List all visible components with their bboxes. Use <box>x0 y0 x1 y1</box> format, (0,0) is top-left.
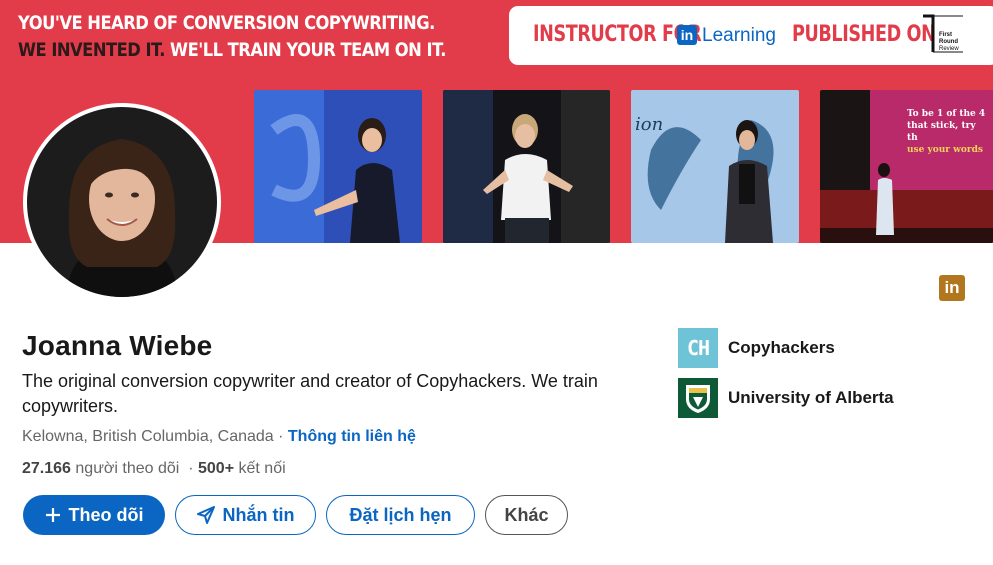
book-appointment-button[interactable]: Đặt lịch hẹn <box>326 495 475 535</box>
followers-label: người theo dõi <box>75 460 180 477</box>
first-round-review-logo: First Round Review <box>921 12 965 56</box>
profile-name: Joanna Wiebe <box>22 330 213 361</box>
profile-headline: The original conversion copywriter and c… <box>22 371 598 416</box>
svg-text:ion: ion <box>635 114 663 135</box>
connections-label[interactable]: kết nối <box>239 460 286 477</box>
contact-info-link[interactable]: Thông tin liên hệ <box>288 428 416 445</box>
follow-button[interactable]: Theo dõi <box>23 495 165 535</box>
published-label: PUBLISHED ON <box>792 22 936 47</box>
org-copyhackers[interactable]: CH Copyhackers <box>678 328 835 368</box>
followers-count: 27.166 <box>22 460 71 477</box>
university-crest-icon <box>678 378 718 418</box>
profile-location: Kelowna, British Columbia, Canada · Thôn… <box>22 428 416 445</box>
banner-photo-1 <box>254 90 422 243</box>
copyhackers-logo: CH <box>678 328 718 368</box>
connections-count[interactable]: 500+ <box>198 460 234 477</box>
slide-text: To be 1 of the 4 that stick, try th use … <box>907 109 986 155</box>
tagline-line-1: YOU'VE HEARD OF CONVERSION COPYWRITING. <box>18 12 435 34</box>
message-button[interactable]: Nhắn tin <box>175 495 316 535</box>
banner-photo-4: To be 1 of the 4 that stick, try th use … <box>820 90 993 243</box>
org-name: University of Alberta <box>728 388 894 407</box>
send-icon <box>196 506 215 524</box>
more-button[interactable]: Khác <box>485 495 568 535</box>
org-name: Copyhackers <box>728 338 835 357</box>
linkedin-learning-icon: in <box>677 25 697 45</box>
profile-avatar[interactable] <box>23 103 221 301</box>
banner-photo-3: ion <box>631 90 799 243</box>
tagline-line-2a: WE INVENTED IT. <box>18 39 165 61</box>
banner-photo-2 <box>443 90 610 243</box>
plus-icon <box>45 507 61 523</box>
credentials-badge: INSTRUCTOR FOR in Learning PUBLISHED ON … <box>509 6 993 65</box>
tagline-line-2b: WE'LL TRAIN YOUR TEAM ON IT. <box>170 39 446 61</box>
profile-stats: 27.166 người theo dõi · 500+ kết nối <box>22 460 286 477</box>
banner-tagline: YOU'VE HEARD OF CONVERSION COPYWRITING. … <box>18 10 446 64</box>
org-university-of-alberta[interactable]: University of Alberta <box>678 378 894 418</box>
linkedin-icon[interactable]: in <box>939 275 965 301</box>
learning-label: Learning <box>702 25 776 46</box>
